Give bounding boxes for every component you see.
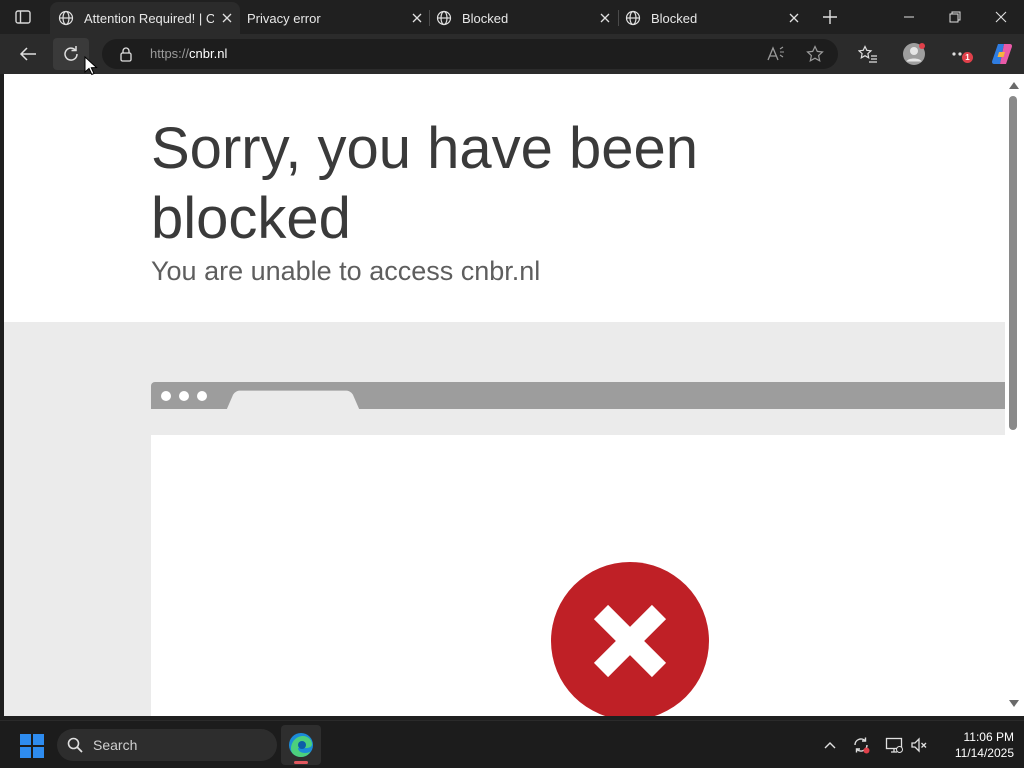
tab-blocked-1[interactable]: Blocked xyxy=(428,2,618,34)
avatar-icon xyxy=(903,43,925,65)
tab-privacy-error[interactable]: Privacy error xyxy=(240,2,430,34)
tab-blocked-2[interactable]: Blocked xyxy=(617,2,807,34)
arrow-left-icon xyxy=(19,47,36,61)
sync-icon xyxy=(854,737,870,754)
page-subtitle: You are unable to access cnbr.nl xyxy=(151,256,541,286)
url-scheme: https:// xyxy=(150,46,190,61)
browser-title-bar: Attention Required! | Cloudflare Privacy… xyxy=(0,0,1024,34)
tab-label: Blocked xyxy=(651,10,698,26)
profile-button[interactable] xyxy=(896,38,932,70)
network-tray-icon[interactable] xyxy=(884,735,904,755)
close-icon[interactable] xyxy=(404,5,430,31)
settings-more-button[interactable] xyxy=(942,38,978,70)
restore-button[interactable] xyxy=(932,0,978,34)
error-header-section: Sorry, you have been blocked You are una… xyxy=(4,74,1005,322)
vertical-scrollbar[interactable] xyxy=(1005,74,1024,716)
clock-time: 11:06 PM xyxy=(963,730,1014,744)
copilot-icon xyxy=(992,44,1012,64)
volume-tray-icon[interactable] xyxy=(909,735,929,755)
window-dot xyxy=(179,391,189,401)
browser-illustration-bar xyxy=(151,382,1005,410)
close-icon[interactable] xyxy=(781,5,807,31)
tab-attention-required[interactable]: Attention Required! | Cloudflare xyxy=(50,2,240,34)
back-button[interactable] xyxy=(10,38,46,70)
scroll-down-arrow-icon[interactable] xyxy=(1009,700,1019,708)
globe-icon xyxy=(625,10,641,26)
favorite-star-icon[interactable] xyxy=(803,43,827,65)
address-bar[interactable]: https://cnbr.nl xyxy=(102,39,838,69)
taskbar-edge-app[interactable] xyxy=(281,725,321,765)
tab-actions-icon[interactable] xyxy=(14,8,32,26)
windows-taskbar: Search 11:06 PM 11/14/2025 xyxy=(0,720,1024,768)
close-icon[interactable] xyxy=(592,5,618,31)
network-monitor-icon xyxy=(885,737,903,753)
minimize-button[interactable] xyxy=(886,0,932,34)
show-hidden-icons-button[interactable] xyxy=(820,735,840,755)
url-host: cnbr.nl xyxy=(189,46,228,61)
tab-label: Attention Required! | Cloudflare xyxy=(84,10,214,26)
tab-label: Privacy error xyxy=(247,10,321,26)
windows-start-icon[interactable] xyxy=(20,734,44,758)
page-viewport: Sorry, you have been blocked You are una… xyxy=(4,74,1005,716)
page-title: Sorry, you have been blocked xyxy=(151,116,699,251)
chevron-up-icon xyxy=(824,742,836,749)
notification-badge: 1 xyxy=(962,52,973,63)
favorites-button[interactable] xyxy=(850,38,886,70)
volume-muted-icon xyxy=(911,737,927,753)
close-window-button[interactable] xyxy=(978,0,1024,34)
globe-icon xyxy=(58,10,74,26)
globe-icon xyxy=(436,10,452,26)
read-aloud-icon[interactable] xyxy=(764,43,788,65)
favorites-list-icon xyxy=(858,45,877,63)
active-app-indicator xyxy=(294,761,308,764)
close-icon[interactable] xyxy=(214,5,240,31)
browser-toolbar: https://cnbr.nl 1 xyxy=(0,34,1024,74)
restore-icon xyxy=(949,11,961,23)
clock-date: 11/14/2025 xyxy=(954,746,1014,760)
new-tab-button[interactable] xyxy=(816,4,844,30)
scroll-up-arrow-icon[interactable] xyxy=(1009,81,1019,89)
illustration-tab xyxy=(226,390,360,410)
window-dot xyxy=(197,391,207,401)
search-placeholder: Search xyxy=(93,737,138,753)
mouse-cursor-icon xyxy=(84,56,98,76)
refresh-icon xyxy=(64,46,78,61)
error-x-icon xyxy=(551,562,709,716)
copilot-button[interactable] xyxy=(984,38,1020,70)
url-text[interactable]: https://cnbr.nl xyxy=(150,46,227,61)
close-icon xyxy=(995,11,1007,23)
tab-label: Blocked xyxy=(462,10,509,26)
lock-icon[interactable] xyxy=(118,46,134,62)
plus-icon xyxy=(823,10,837,24)
window-dot xyxy=(161,391,171,401)
taskbar-search-box[interactable]: Search xyxy=(57,729,277,761)
minimize-icon xyxy=(904,16,914,18)
scrollbar-thumb[interactable] xyxy=(1009,96,1017,430)
edge-browser-icon xyxy=(289,733,313,757)
system-clock[interactable]: 11:06 PM 11/14/2025 xyxy=(934,729,1014,761)
search-icon xyxy=(67,737,83,753)
sync-tray-icon[interactable] xyxy=(851,735,871,755)
